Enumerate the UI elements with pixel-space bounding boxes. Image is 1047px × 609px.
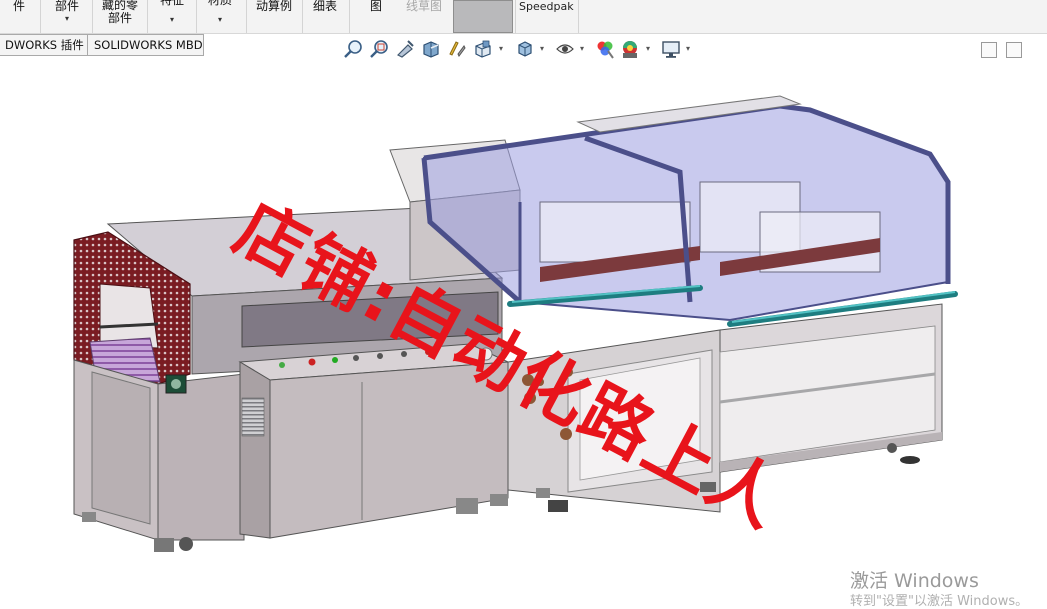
restore-viewport-icon[interactable] xyxy=(981,42,997,58)
ribbon-separator xyxy=(515,0,516,33)
ribbon-item-motion-study[interactable]: 动算例 xyxy=(252,0,296,33)
ribbon-label-line2: 部件 xyxy=(107,11,132,25)
dropdown-arrow-icon: ▾ xyxy=(169,15,174,24)
ribbon-separator xyxy=(246,0,247,33)
ribbon-label: 动算例 xyxy=(255,0,292,13)
preview-thumbnail[interactable] xyxy=(453,0,513,33)
ribbon-item-feature[interactable]: 特征 ▾ xyxy=(156,0,188,27)
maximize-viewport-icon[interactable] xyxy=(1006,42,1022,58)
ribbon-label: 部件 xyxy=(54,0,79,13)
dynamic-annotation-icon[interactable] xyxy=(446,38,468,60)
ribbon-separator xyxy=(196,0,197,33)
ribbon-item-material[interactable]: 材质 ▾ xyxy=(203,0,237,27)
edit-appearance-icon[interactable] xyxy=(594,38,616,60)
dropdown-arrow-icon: ▾ xyxy=(217,15,222,24)
section-view-icon[interactable] xyxy=(420,38,442,60)
ribbon-separator xyxy=(578,0,579,33)
ribbon-separator xyxy=(92,0,93,33)
command-manager-ribbon: 件 部件 ▾ 藏的零 部件 特征 ▾ 材质 ▾ 动算例 细表 图 线草图 Spe… xyxy=(0,0,1047,34)
ribbon-item-component[interactable]: 部件 ▾ xyxy=(50,0,84,33)
ribbon-item-part[interactable]: 件 xyxy=(8,0,30,33)
ribbon-label: 图 xyxy=(369,0,382,13)
ribbon-item-drawing[interactable]: 图 xyxy=(365,0,387,33)
speedpak-button[interactable]: Speedpak xyxy=(519,0,574,13)
ribbon-separator xyxy=(40,0,41,33)
ribbon-label: 件 xyxy=(12,0,25,13)
ribbon-separator xyxy=(349,0,350,33)
ribbon-label: 特征 xyxy=(159,0,184,7)
ribbon-item-hidden-components[interactable]: 藏的零 部件 xyxy=(97,0,143,32)
previous-view-icon[interactable] xyxy=(394,38,416,60)
tab-solidworks-mbd[interactable]: SOLIDWORKS MBD xyxy=(87,34,204,56)
dropdown-arrow-icon: ▾ xyxy=(64,14,69,23)
view-settings-dropdown-icon[interactable]: ▾ xyxy=(686,44,690,53)
hide-show-dropdown-icon[interactable]: ▾ xyxy=(580,44,584,53)
ribbon-label: 线草图 xyxy=(405,0,442,13)
ribbon-label: 材质 xyxy=(207,0,232,7)
ribbon-separator xyxy=(147,0,148,33)
zoom-to-fit-icon[interactable] xyxy=(342,38,364,60)
ribbon-separator xyxy=(302,0,303,33)
hide-show-items-icon[interactable] xyxy=(554,38,576,60)
apply-scene-dropdown-icon[interactable]: ▾ xyxy=(646,44,650,53)
apply-scene-icon[interactable] xyxy=(619,38,641,60)
display-style-dropdown-icon[interactable]: ▾ xyxy=(540,44,544,53)
display-style-icon[interactable] xyxy=(514,38,536,60)
view-orientation-dropdown-icon[interactable]: ▾ xyxy=(499,44,503,53)
windows-activation-title: 激活 Windows xyxy=(850,570,979,592)
ribbon-item-bom[interactable]: 细表 xyxy=(308,0,342,33)
zoom-to-area-icon[interactable] xyxy=(368,38,390,60)
ribbon-label: 细表 xyxy=(312,0,337,13)
tab-solidworks-addins[interactable]: DWORKS 插件 xyxy=(0,34,89,56)
view-orientation-icon[interactable] xyxy=(472,38,494,60)
ribbon-item-wire-sketch[interactable]: 线草图 xyxy=(402,0,446,33)
view-settings-icon[interactable] xyxy=(660,38,682,60)
